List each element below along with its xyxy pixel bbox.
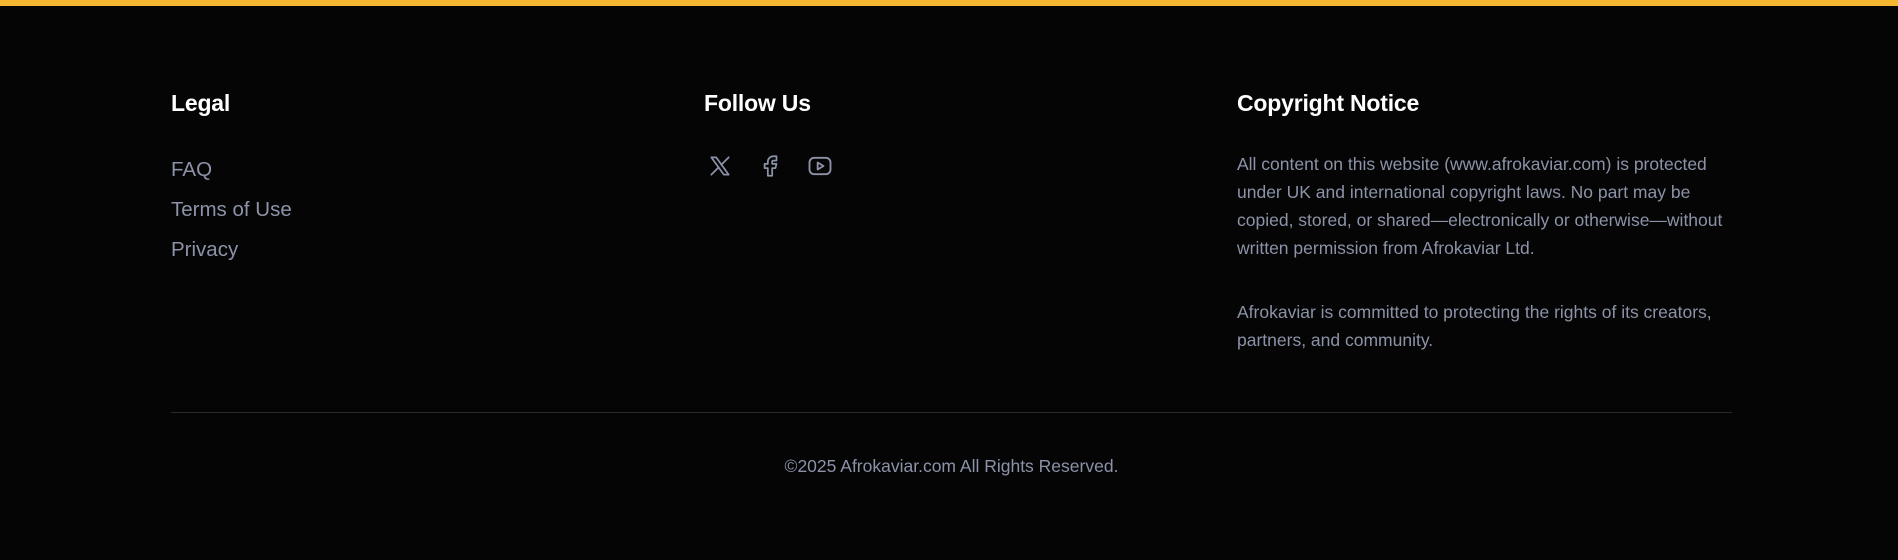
legal-link-item: Terms of Use bbox=[171, 190, 292, 230]
youtube-icon[interactable] bbox=[804, 150, 836, 182]
faq-link[interactable]: FAQ bbox=[171, 158, 212, 181]
follow-us-column: Follow Us bbox=[704, 88, 1204, 177]
commitment-paragraph: Afrokaviar is committed to protecting th… bbox=[1237, 302, 1712, 350]
legal-column: Legal FAQ Terms of Use Privacy bbox=[171, 88, 671, 261]
legal-heading: Legal bbox=[171, 90, 231, 116]
footer-divider bbox=[171, 412, 1732, 413]
copyright-paragraph: All content on this website (www.afrokav… bbox=[1237, 154, 1723, 258]
legal-link-item: FAQ bbox=[171, 150, 292, 190]
x-twitter-icon[interactable] bbox=[704, 150, 736, 182]
social-icons bbox=[704, 150, 836, 182]
facebook-icon[interactable] bbox=[754, 150, 786, 182]
copyright-bottom-text: ©2025 Afrokaviar.com All Rights Reserved… bbox=[784, 456, 1119, 476]
follow-us-heading: Follow Us bbox=[704, 90, 811, 116]
legal-links-list: FAQ Terms of Use Privacy bbox=[171, 150, 292, 270]
site-footer: Legal FAQ Terms of Use Privacy Follow Us bbox=[171, 0, 1732, 560]
copyright-heading: Copyright Notice bbox=[1237, 90, 1420, 116]
legal-link-item: Privacy bbox=[171, 230, 292, 270]
privacy-link[interactable]: Privacy bbox=[171, 238, 238, 261]
terms-of-use-link[interactable]: Terms of Use bbox=[171, 198, 292, 221]
copyright-column: Copyright Notice All content on this web… bbox=[1237, 88, 1737, 350]
